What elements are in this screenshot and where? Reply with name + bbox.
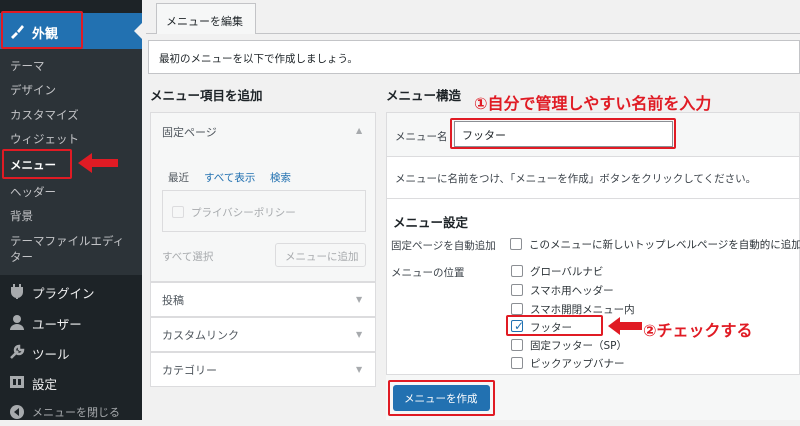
settings-icon [10, 376, 24, 388]
submenu-background[interactable]: 背景 [10, 208, 33, 224]
menu-settings-heading: メニュー設定 [393, 215, 469, 230]
divider [386, 198, 800, 199]
tab-view-all[interactable]: すべて表示 [204, 170, 255, 185]
tab-search[interactable]: 検索 [270, 170, 291, 185]
collapse-icon [10, 405, 24, 419]
position-checkbox-global-nav[interactable] [511, 265, 523, 277]
privacy-label: プライバシーポリシー [191, 207, 296, 219]
auto-add-label: 固定ページを自動追加 [391, 240, 496, 252]
notice-box: 最初のメニューを以下で作成しましょう。 [148, 40, 800, 74]
highlight-menus [2, 149, 72, 179]
annotation-step2: ②チェックする [643, 321, 753, 340]
create-menu-instruction: メニューに名前をつけ、「メニューを作成」ボタンをクリックしてください。 [395, 173, 757, 185]
auto-add-text: このメニューに新しいトップレベルページを自動的に追加 [529, 239, 800, 251]
auto-add-checkbox[interactable] [510, 238, 522, 250]
menu-tools[interactable]: ツール [0, 338, 142, 366]
submenu-theme-editor-wrap: ター [10, 250, 33, 264]
highlight-footer-option [506, 315, 603, 336]
highlight-create-button [388, 380, 495, 416]
position-checkbox-sp-header[interactable] [511, 284, 523, 296]
add-to-menu-button[interactable]: メニューに追加 [275, 243, 366, 267]
annotation-step1: ①自分で管理しやすい名前を入力 [474, 94, 712, 113]
tab-edit-menus[interactable]: メニューを編集 [156, 3, 256, 34]
arrow-to-menus [78, 153, 118, 173]
structure-heading: メニュー構造 [386, 88, 462, 103]
submenu-theme-editor[interactable]: テーマファイルエディ [10, 233, 124, 249]
submenu-customize[interactable]: カスタマイズ [10, 107, 79, 123]
user-icon [10, 315, 24, 330]
menu-settings[interactable]: 設定 [0, 368, 142, 396]
wrench-icon [10, 344, 25, 359]
select-all[interactable]: すべて選択 [162, 249, 213, 264]
arrow-to-footer-option [608, 317, 642, 335]
add-items-heading: メニュー項目を追加 [150, 88, 263, 103]
menu-name-label: メニュー名 [395, 131, 448, 143]
menu-plugins[interactable]: プラグイン [0, 277, 142, 305]
menu-position-label: メニューの位置 [391, 267, 465, 279]
current-menu-arrow [134, 23, 142, 39]
highlight-name-input [450, 118, 676, 149]
tab-recent[interactable]: 最近 [168, 170, 189, 185]
submenu-widgets[interactable]: ウィジェット [10, 131, 79, 147]
fixed-page-title[interactable]: 固定ページ [162, 124, 217, 140]
menu-users[interactable]: ユーザー [0, 308, 142, 336]
submenu-header[interactable]: ヘッダー [10, 184, 56, 200]
submenu-design[interactable]: デザイン [10, 82, 56, 98]
collapse-menu[interactable]: メニューを閉じる [0, 398, 142, 426]
position-checkbox-sp-drawer[interactable] [511, 303, 523, 315]
plugin-icon [11, 284, 23, 299]
submenu-themes[interactable]: テーマ [10, 58, 45, 74]
position-checkbox-pickup-banner[interactable] [511, 357, 523, 369]
privacy-checkbox[interactable] [172, 206, 184, 218]
position-checkbox-fixed-footer[interactable] [511, 339, 523, 351]
highlight-appearance [1, 11, 83, 49]
